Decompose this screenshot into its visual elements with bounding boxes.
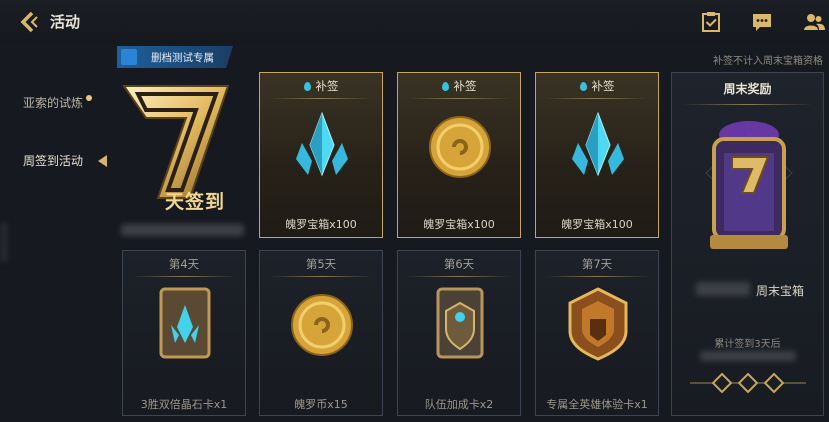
blurred-chest-prefix [696, 282, 750, 296]
gold-coin-icon [429, 116, 491, 178]
day-card-6[interactable]: 第6天 队伍加成卡x2 [397, 250, 521, 416]
progress-diamonds-icon [690, 372, 806, 394]
sidebar-item-weekly-signin[interactable]: 周签到活动 [0, 136, 110, 186]
shield-card-icon [436, 287, 484, 359]
sidebar-item-label: 周签到活动 [23, 154, 84, 168]
sidebar-item-label: 亚索的试炼 [23, 96, 84, 110]
makeup-note: 补签不计入周末宝箱资格 [713, 56, 823, 67]
drop-icon [303, 82, 311, 91]
gift-icon [121, 49, 137, 65]
day-card-7[interactable]: 第7天 专属全英雄体验卡x1 [535, 250, 659, 416]
crystal-card-icon [159, 287, 211, 359]
divider [682, 104, 813, 105]
checklist-icon[interactable] [700, 11, 722, 33]
sign-in-logo-text: 天签到 [165, 191, 226, 213]
chat-icon[interactable] [751, 11, 773, 33]
weekly-requirement: 累计签到3天后 [714, 339, 781, 350]
sidebar: 亚索的试炼 周签到活动 [0, 44, 110, 422]
divider [546, 98, 648, 99]
friends-icon[interactable] [803, 11, 825, 33]
side-watermark [1, 222, 7, 262]
makeup-card-3[interactable]: 补签 魄罗宝箱x100 [535, 72, 659, 238]
notification-dot [86, 95, 92, 101]
makeup-card-1[interactable]: 补签 魄罗宝箱x100 [259, 72, 383, 238]
sidebar-item-yasuo-trial[interactable]: 亚索的试炼 [0, 78, 110, 128]
weekly-chest-icon [705, 121, 793, 249]
divider [133, 276, 235, 277]
drop-icon [441, 82, 449, 91]
weekly-item-label: 周末宝箱 [756, 284, 805, 298]
back-arrow-icon[interactable] [16, 9, 42, 35]
day-card-4[interactable]: 第4天 3胜双倍晶石卡x1 [122, 250, 246, 416]
weekly-reward-panel[interactable]: 周末奖励 周末宝箱 累计签到3天后 [671, 72, 824, 416]
gold-coin-icon [291, 294, 353, 356]
crystal-icon [572, 111, 624, 177]
test-exclusive-ribbon: 删档测试专属 [117, 46, 233, 68]
crystal-icon [296, 111, 348, 177]
page-title: 活动 [50, 13, 81, 31]
divider [270, 98, 372, 99]
divider [546, 276, 648, 277]
divider [408, 276, 510, 277]
drop-icon [579, 82, 587, 91]
top-bar: 活动 [0, 0, 829, 44]
champion-card-icon [568, 287, 628, 361]
makeup-card-2[interactable]: 补签 魄罗宝箱x100 [397, 72, 521, 238]
divider [408, 98, 510, 99]
day-card-5[interactable]: 第5天 魄罗币x15 [259, 250, 383, 416]
divider [270, 276, 372, 277]
blurred-caption [121, 224, 244, 236]
active-pointer-icon [98, 155, 107, 167]
blurred-requirement [700, 351, 796, 361]
